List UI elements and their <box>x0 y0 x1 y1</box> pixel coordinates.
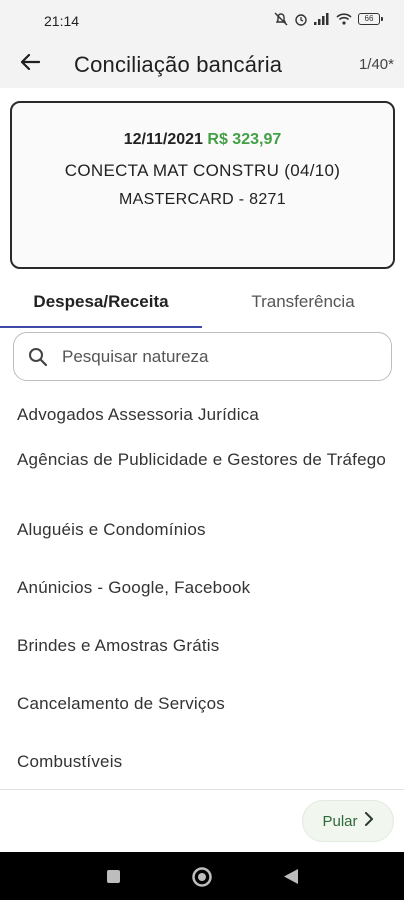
tab-bar: Despesa/Receita Transferência <box>0 282 404 328</box>
transaction-date: 12/11/2021 <box>123 131 203 148</box>
battery-icon: 66 <box>358 13 383 25</box>
bottom-divider <box>0 789 404 790</box>
transaction-amount: R$ 323,97 <box>207 131 282 148</box>
list-item[interactable]: Agências de Publicidade e Gestores de Tr… <box>17 448 387 472</box>
list-item[interactable]: Aluguéis e Condomínios <box>17 518 387 542</box>
status-bar: 21:14 66 <box>0 0 404 40</box>
list-item[interactable]: Anúnicios - Google, Facebook <box>17 576 387 600</box>
transaction-account: MASTERCARD - 8271 <box>119 191 286 208</box>
system-nav-bar <box>0 852 404 900</box>
search-input[interactable] <box>62 343 372 371</box>
signal-icon <box>314 13 330 25</box>
home-circle-icon[interactable] <box>191 866 213 893</box>
progress-counter: 1/40* <box>358 56 394 73</box>
search-icon <box>28 347 48 372</box>
status-icons: 66 <box>274 12 383 26</box>
transaction-card: 12/11/2021 R$ 323,97 CONECTA MAT CONSTRU… <box>10 101 395 269</box>
back-triangle-icon[interactable] <box>283 868 299 890</box>
search-box[interactable] <box>13 332 392 381</box>
list-item[interactable]: Advogados Assessoria Jurídica <box>17 403 387 427</box>
chevron-right-icon <box>364 811 374 831</box>
app-bar: Conciliação bancária 1/40* <box>0 40 404 88</box>
page-title: Conciliação bancária <box>74 52 283 77</box>
tab-despesa-receita[interactable]: Despesa/Receita <box>0 282 202 328</box>
list-item[interactable]: Combustíveis <box>17 750 387 774</box>
arrow-left-icon <box>20 53 41 76</box>
recents-square-icon[interactable] <box>106 869 121 889</box>
skip-button-label: Pular <box>322 812 358 830</box>
alarm-icon <box>294 12 308 26</box>
list-item[interactable]: Brindes e Amostras Grátis <box>17 634 387 658</box>
transaction-description: CONECTA MAT CONSTRU (04/10) <box>64 161 341 180</box>
list-item[interactable]: Cancelamento de Serviços <box>17 692 387 716</box>
do-not-disturb-icon <box>274 12 288 26</box>
wifi-icon <box>336 13 352 25</box>
status-time: 21:14 <box>44 13 80 29</box>
active-tab-indicator <box>0 326 202 328</box>
skip-button[interactable]: Pular <box>302 800 394 842</box>
back-button[interactable] <box>16 50 44 78</box>
tab-transferencia[interactable]: Transferência <box>202 282 404 328</box>
transaction-header: 12/11/2021 R$ 323,97 <box>12 131 393 149</box>
